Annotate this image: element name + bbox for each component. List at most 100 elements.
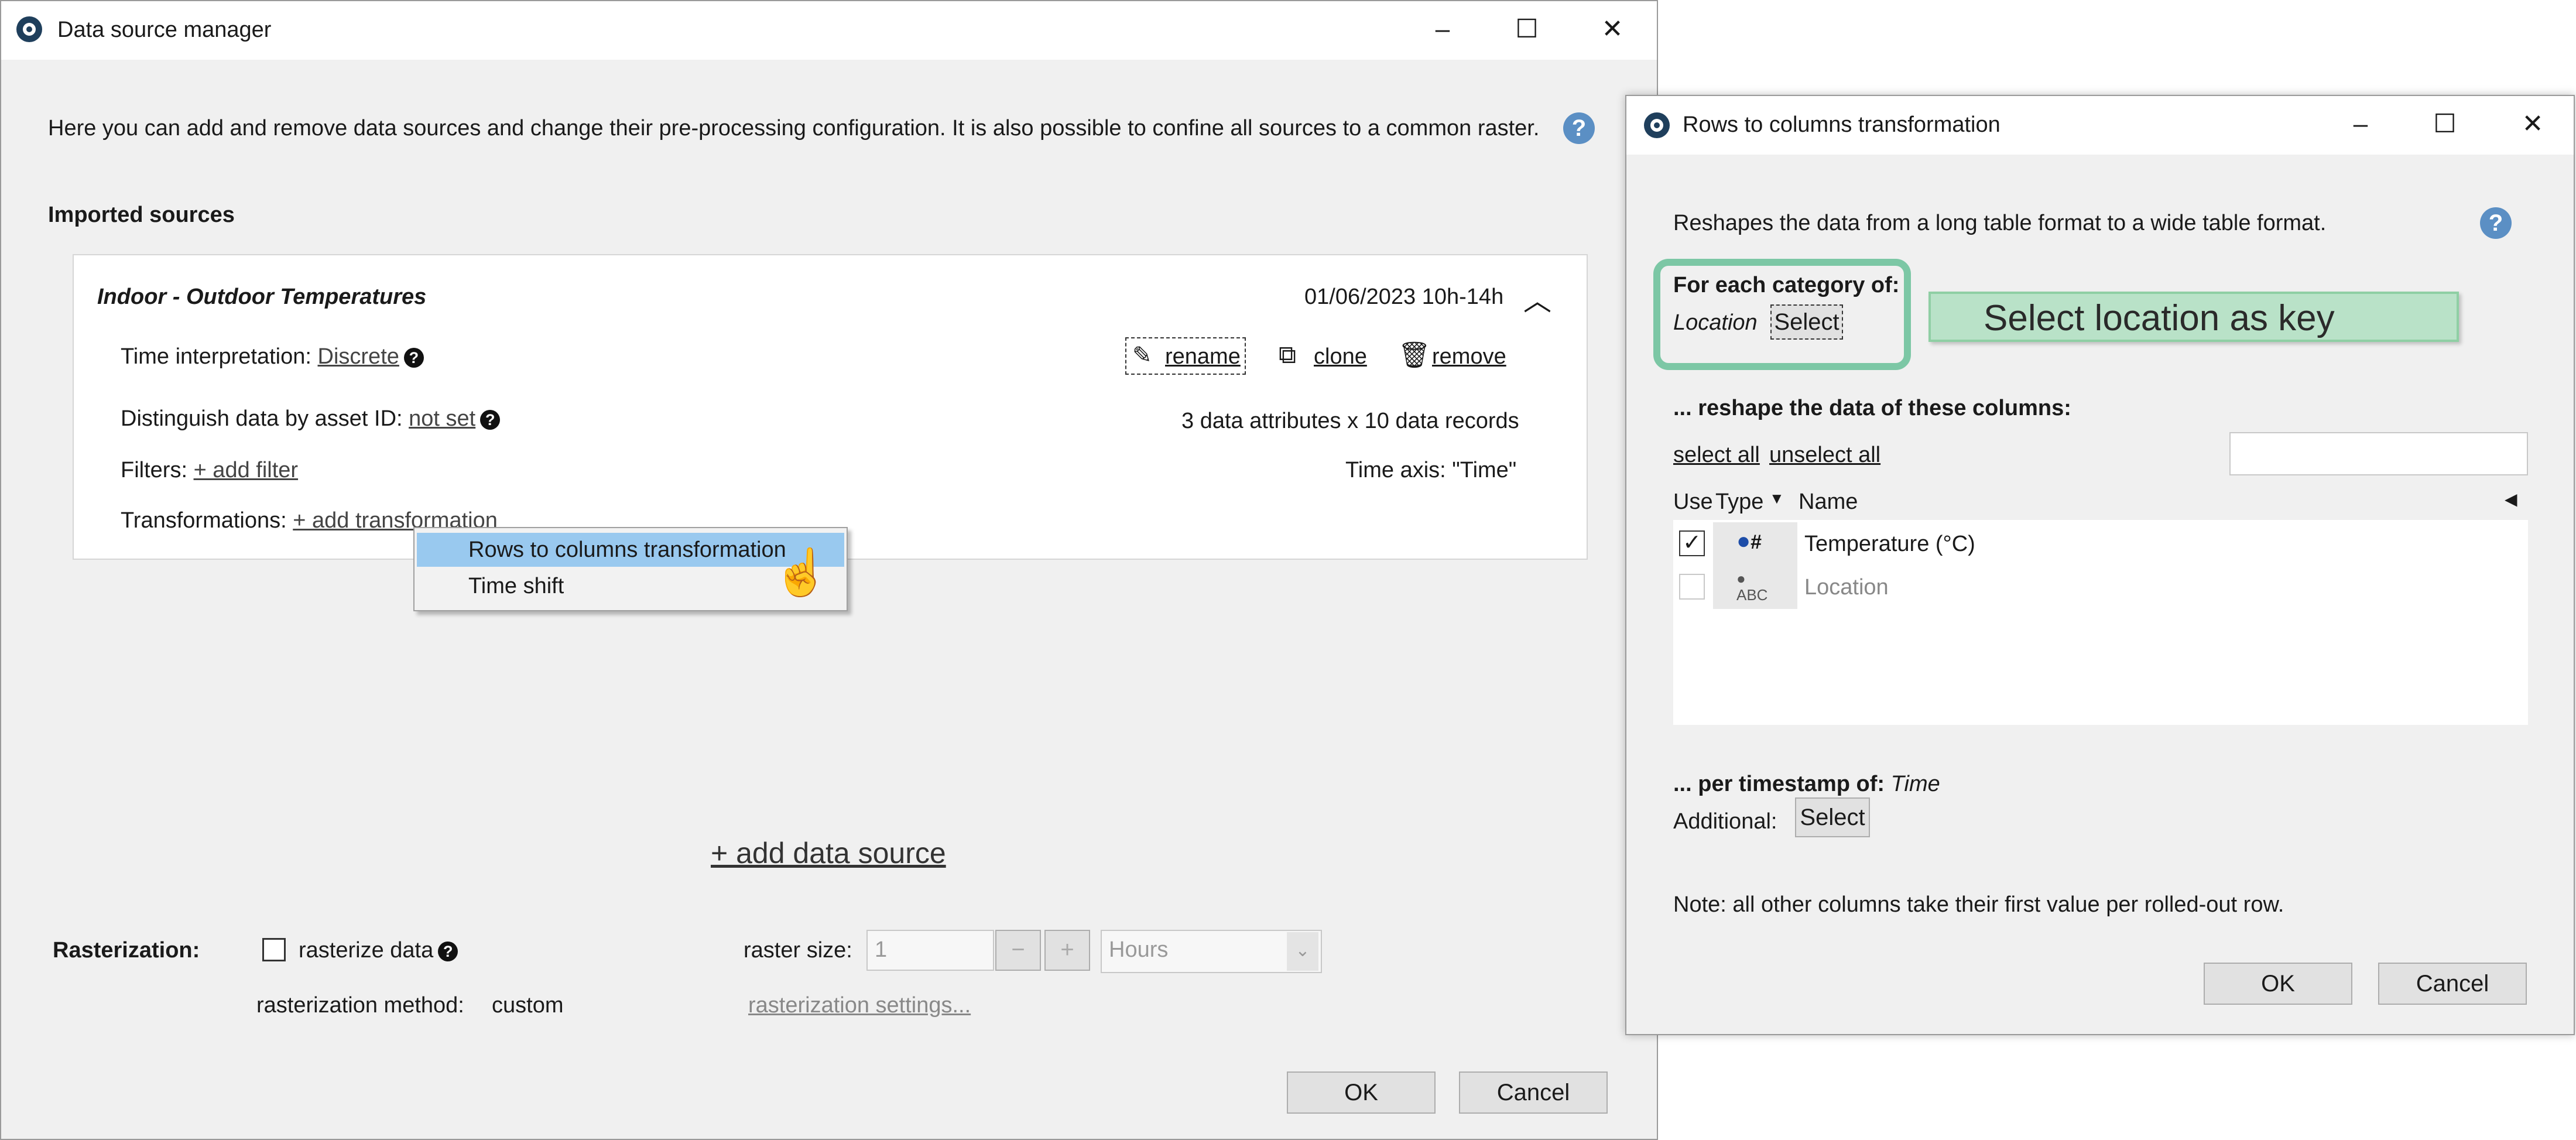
window-title: Data source manager xyxy=(57,18,272,42)
column-name-cell: Location xyxy=(1804,575,1889,600)
collapse-chevron-icon[interactable]: ︿ xyxy=(1523,278,1551,319)
per-timestamp-label: ... per timestamp of: xyxy=(1673,772,1885,796)
columns-table: Use Type ▼ Name ◀ ✓ ●# Temperature (°C) … xyxy=(1673,482,2528,725)
desktop: { "main_window": { "title": "Data source… xyxy=(0,0,2576,1140)
raster-unit-select[interactable]: Hours ⌄ xyxy=(1101,930,1322,973)
note-text: Note: all other columns take their first… xyxy=(1673,892,2284,917)
column-type[interactable]: Type xyxy=(1715,489,1763,515)
collapse-arrow-icon[interactable]: ◀ xyxy=(2505,489,2517,509)
text-type-icon: ● ABC xyxy=(1736,570,1768,604)
transformations-label: Transformations: xyxy=(121,508,287,533)
raster-unit-value: Hours xyxy=(1109,937,1169,962)
maximize-button[interactable]: ☐ xyxy=(1503,12,1550,47)
increment-button[interactable]: + xyxy=(1044,930,1090,971)
clone-link[interactable]: clone xyxy=(1314,344,1367,369)
raster-size-input[interactable]: 1 xyxy=(866,930,994,971)
title-bar: Data source manager – ☐ ✕ xyxy=(1,1,1657,60)
column-use[interactable]: Use xyxy=(1673,489,1713,515)
minimize-button[interactable]: – xyxy=(2337,107,2384,142)
trash-icon[interactable]: 🗑 xyxy=(1398,340,1431,370)
reshape-heading: ... reshape the data of these columns: xyxy=(1673,396,2071,420)
description-text: Here you can add and remove data sources… xyxy=(48,116,1540,141)
rename-label: rename xyxy=(1165,344,1241,369)
filters-label: Filters: xyxy=(121,458,187,482)
source-date: 01/06/2023 10h-14h xyxy=(1304,285,1504,309)
type-cell: ● ABC xyxy=(1713,566,1797,609)
app-icon xyxy=(16,16,42,42)
sort-arrow-icon: ▼ xyxy=(1769,489,1784,507)
filters-row: Filters: + add filter xyxy=(121,458,298,483)
close-button[interactable]: ✕ xyxy=(2509,107,2556,142)
menu-item-label: Time shift xyxy=(468,574,564,598)
add-data-source-link[interactable]: + add data source xyxy=(711,836,946,870)
additional-select-button[interactable]: Select xyxy=(1795,797,1870,837)
dialog-title-bar: Rows to columns transformation – ☐ ✕ xyxy=(1626,96,2574,155)
decrement-button[interactable]: − xyxy=(995,930,1041,971)
records-info: 3 data attributes x 10 data records xyxy=(1181,409,1519,433)
time-interpretation-link[interactable]: Discrete xyxy=(318,344,399,369)
rows-to-columns-dialog: Rows to columns transformation – ☐ ✕ Res… xyxy=(1625,95,2575,1035)
add-filter-link[interactable]: + add filter xyxy=(194,458,299,482)
per-timestamp-row: ... per timestamp of: Time xyxy=(1673,772,1940,797)
per-timestamp-value: Time xyxy=(1890,772,1940,796)
use-checkbox xyxy=(1679,574,1705,600)
time-axis-info: Time axis: "Time" xyxy=(1345,458,1517,482)
use-checkbox[interactable]: ✓ xyxy=(1679,530,1705,556)
dialog-ok-button[interactable]: OK xyxy=(2204,963,2352,1005)
ok-button[interactable]: OK xyxy=(1287,1071,1436,1114)
category-select-button[interactable]: Select xyxy=(1770,304,1843,340)
time-interpretation-label: Time interpretation: xyxy=(121,344,311,369)
minimize-button[interactable]: – xyxy=(1419,12,1466,47)
raster-size-label: raster size: xyxy=(744,938,852,963)
category-heading: For each category of: xyxy=(1673,273,1900,297)
dialog-title: Rows to columns transformation xyxy=(1683,112,2000,137)
question-icon[interactable]: ? xyxy=(403,347,424,368)
help-icon[interactable]: ? xyxy=(2480,207,2512,239)
question-icon[interactable]: ? xyxy=(438,941,458,961)
app-icon xyxy=(1644,112,1670,138)
data-source-manager-window: Data source manager – ☐ ✕ Here you can a… xyxy=(0,0,1658,1140)
additional-label: Additional: xyxy=(1673,809,1777,834)
table-header: Use Type ▼ Name ◀ xyxy=(1673,482,2528,520)
unselect-all-link[interactable]: unselect all xyxy=(1769,443,1880,468)
help-icon[interactable]: ? xyxy=(1563,112,1595,144)
numeric-type-icon: ●# xyxy=(1736,528,1762,554)
category-value: Location xyxy=(1673,310,1758,335)
clone-icon[interactable]: ⧉ xyxy=(1279,341,1296,369)
column-name[interactable]: Name xyxy=(1799,489,1858,515)
type-cell: ●# xyxy=(1713,522,1797,566)
rasterization-method-value: custom xyxy=(492,993,564,1018)
rename-button[interactable]: ✎ rename xyxy=(1125,337,1246,375)
close-button[interactable]: ✕ xyxy=(1589,12,1636,47)
select-all-link[interactable]: select all xyxy=(1673,443,1760,468)
annotation-text: Select location as key xyxy=(1984,298,2335,338)
hand-cursor-icon: ☝ xyxy=(773,546,830,598)
rasterization-label: Rasterization: xyxy=(53,938,200,963)
rasterize-row: rasterize data? xyxy=(299,938,458,963)
rasterize-label: rasterize data xyxy=(299,938,434,963)
column-filter-input[interactable] xyxy=(2229,432,2528,475)
question-icon[interactable]: ? xyxy=(480,409,501,430)
asset-id-link[interactable]: not set xyxy=(409,406,475,431)
imported-sources-heading: Imported sources xyxy=(48,203,235,227)
asset-id-label: Distinguish data by asset ID: xyxy=(121,406,403,431)
dropdown-arrow-icon: ⌄ xyxy=(1287,932,1318,971)
remove-link[interactable]: remove xyxy=(1432,344,1506,369)
rasterization-method-label: rasterization method: xyxy=(256,993,464,1018)
column-name-cell: Temperature (°C) xyxy=(1804,532,1975,556)
annotation-callout: Select location as key xyxy=(1928,292,2459,342)
source-card: Indoor - Outdoor Temperatures 01/06/2023… xyxy=(73,254,1588,560)
table-row[interactable]: ● ABC Location xyxy=(1673,566,2528,609)
time-interpretation-row: Time interpretation: Discrete? xyxy=(121,344,424,369)
menu-item-label: Rows to columns transformation xyxy=(468,538,786,562)
rasterize-checkbox[interactable] xyxy=(262,938,286,961)
maximize-button[interactable]: ☐ xyxy=(2421,107,2468,142)
rasterization-settings-link[interactable]: rasterization settings... xyxy=(748,993,971,1018)
dialog-description: Reshapes the data from a long table form… xyxy=(1673,211,2327,235)
source-name: Indoor - Outdoor Temperatures xyxy=(97,285,427,309)
table-row[interactable]: ✓ ●# Temperature (°C) xyxy=(1673,522,2528,566)
asset-id-row: Distinguish data by asset ID: not set? xyxy=(121,406,501,432)
cancel-button[interactable]: Cancel xyxy=(1459,1071,1608,1114)
dialog-cancel-button[interactable]: Cancel xyxy=(2378,963,2527,1005)
pencil-icon: ✎ xyxy=(1132,343,1152,368)
